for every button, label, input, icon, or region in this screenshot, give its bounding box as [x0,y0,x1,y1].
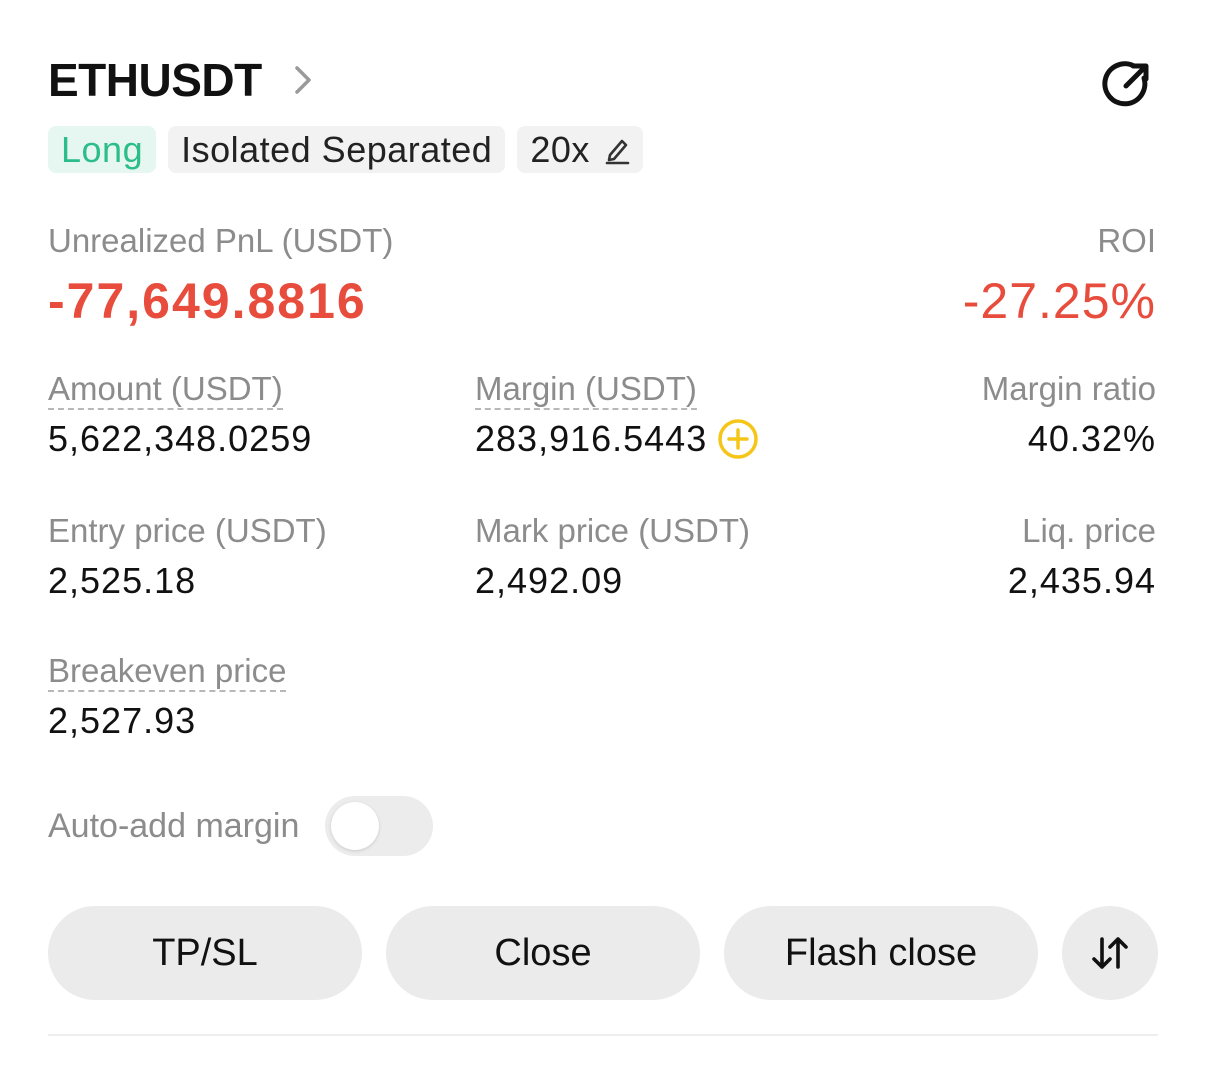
pencil-icon[interactable] [604,135,630,165]
flash-close-button[interactable]: Flash close [724,906,1038,1000]
liq-price-label: Liq. price [1022,512,1156,549]
position-header[interactable]: ETHUSDT [48,50,314,110]
breakeven-price-stat: Breakeven price 2,527.93 [48,652,287,742]
roi-value: -27.25% [962,273,1156,329]
auto-add-margin-row: Auto-add margin [48,796,434,856]
divider [48,1034,1158,1036]
margin-mode-badge[interactable]: Isolated Separated [168,126,506,173]
mark-price-stat: Mark price (USDT) 2,492.09 [475,512,750,602]
margin-ratio-value: 40.32% [1027,418,1156,459]
leverage-badge[interactable]: 20x [517,126,643,173]
entry-price-label: Entry price (USDT) [48,512,327,549]
entry-price-stat: Entry price (USDT) 2,525.18 [48,512,327,602]
amount-label[interactable]: Amount (USDT) [48,370,283,410]
margin-ratio-label: Margin ratio [981,370,1156,407]
mark-price-label: Mark price (USDT) [475,512,751,549]
chevron-right-icon[interactable] [292,64,314,96]
breakeven-price-label[interactable]: Breakeven price [48,652,287,692]
auto-add-margin-label: Auto-add margin [48,806,300,845]
unrealized-pnl-label: Unrealized PnL (USDT) [48,222,394,259]
margin-stat: Margin (USDT) 283,916.5443 [475,370,759,460]
roi-label: ROI [1097,222,1156,259]
position-tags: Long Isolated Separated 20x [48,126,643,173]
auto-add-margin-toggle[interactable] [325,796,434,856]
margin-value: 283,916.5443 [475,418,708,459]
share-icon[interactable] [1098,54,1158,114]
symbol-title[interactable]: ETHUSDT [48,53,262,107]
plus-circle-icon[interactable] [717,418,759,460]
margin-ratio-stat: Margin ratio 40.32% [982,370,1156,460]
amount-stat: Amount (USDT) 5,622,348.0259 [48,370,312,460]
margin-value-row: 283,916.5443 [475,418,759,460]
tpsl-button[interactable]: TP/SL [48,906,362,1000]
close-button[interactable]: Close [386,906,700,1000]
reverse-position-button[interactable] [1062,906,1158,1000]
breakeven-price-value: 2,527.93 [48,700,197,741]
amount-value: 5,622,348.0259 [48,418,313,459]
swap-vertical-icon [1088,931,1132,975]
liq-price-value: 2,435.94 [1007,560,1156,601]
margin-label[interactable]: Margin (USDT) [475,370,697,410]
entry-price-value: 2,525.18 [48,560,197,601]
position-card: ETHUSDT Long Isolated Separated 20x Unre… [0,0,1206,1076]
side-badge: Long [48,126,157,173]
mark-price-value: 2,492.09 [475,560,624,601]
liq-price-stat: Liq. price 2,435.94 [1008,512,1156,602]
leverage-value: 20x [530,128,590,170]
toggle-knob [331,802,380,850]
unrealized-pnl-value: -77,649.8816 [48,273,367,329]
